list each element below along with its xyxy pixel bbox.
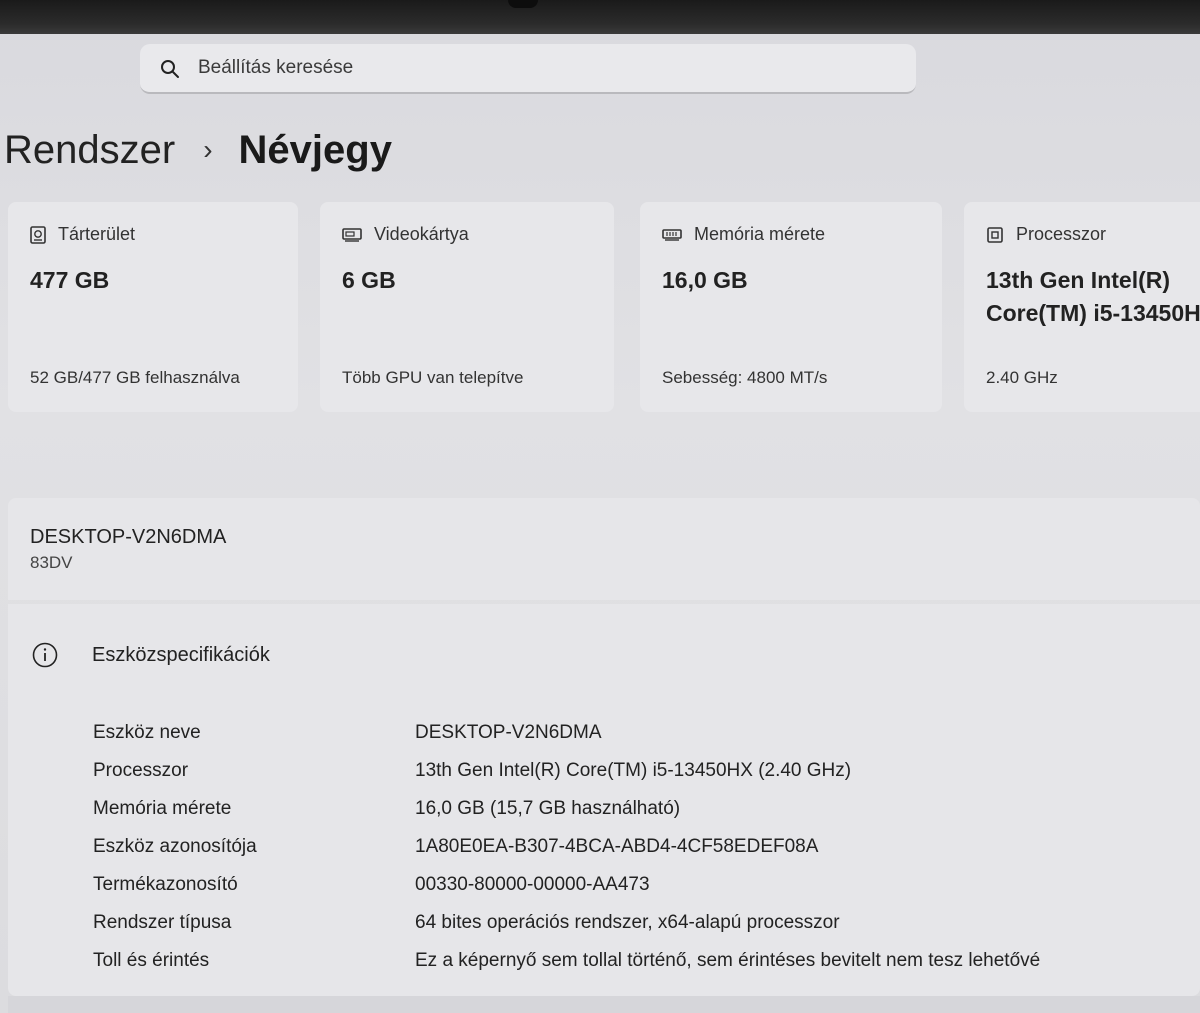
spec-value: 00330-80000-00000-AA473 [415,874,650,895]
device-specifications-header[interactable]: Eszközspecifikációk [32,642,270,668]
spec-key: Memória mérete [93,798,232,819]
chevron-right-icon: › [203,134,213,165]
spec-key: Termékazonosító [93,874,238,895]
device-specifications-title: Eszközspecifikációk [92,643,270,666]
storage-card-title: Tárterület [58,224,136,244]
spec-key: Toll és érintés [93,950,210,971]
spec-value: 1A80E0EA-B307-4BCA-ABD4-4CF58EDEF08A [415,836,819,857]
spec-row-pen-touch: Toll és érintés Ez a képernyő sem tollal… [93,950,1193,988]
storage-card[interactable]: Tárterület 477 GB 52 GB/477 GB felhaszná… [8,202,298,412]
device-specifications-panel: Eszközspecifikációk Eszköz neve DESKTOP-… [8,604,1200,996]
storage-card-subtitle: 52 GB/477 GB felhasználva [30,368,240,387]
memory-card-header: Memória mérete [662,224,825,245]
memory-icon [662,228,682,241]
device-model: 83DV [30,553,73,572]
next-section-edge [8,996,1200,1013]
breadcrumb: Rendszer › Névjegy [4,120,392,180]
memory-card[interactable]: Memória mérete 16,0 GB Sebesség: 4800 MT… [640,202,942,412]
gpu-card-value: 6 GB [342,267,396,293]
search-icon [161,60,179,78]
webcam-notch [508,0,538,8]
gpu-icon [342,227,362,242]
spec-table: Eszköz neve DESKTOP-V2N6DMA Processzor 1… [93,722,1193,988]
gpu-card-subtitle: Több GPU van telepítve [342,368,524,387]
processor-icon [987,226,1003,243]
gpu-card[interactable]: Videokártya 6 GB Több GPU van telepítve [320,202,614,412]
processor-card-value: 13th Gen Intel(R) Core(TM) i5-13450HX [986,264,1200,334]
spec-row-processor: Processzor 13th Gen Intel(R) Core(TM) i5… [93,760,1193,798]
search-input[interactable] [198,44,888,92]
spec-value: Ez a képernyő sem tollal történő, sem ér… [415,950,1041,971]
device-name: DESKTOP-V2N6DMA [30,526,227,548]
spec-key: Processzor [93,760,189,781]
spec-key: Rendszer típusa [93,912,232,933]
processor-card[interactable]: Processzor 13th Gen Intel(R) Core(TM) i5… [964,202,1200,412]
settings-search-box[interactable] [140,44,916,94]
spec-value: 64 bites operációs rendszer, x64-alapú p… [415,912,840,933]
memory-card-value: 16,0 GB [662,267,748,293]
spec-value: 16,0 GB (15,7 GB használható) [415,798,681,819]
device-name-panel[interactable]: DESKTOP-V2N6DMA 83DV [8,498,1200,600]
spec-row-device-name: Eszköz neve DESKTOP-V2N6DMA [93,722,1193,760]
info-icon [32,642,58,668]
spec-value: DESKTOP-V2N6DMA [415,722,602,743]
storage-card-header: Tárterület [30,224,135,245]
spec-row-device-id: Eszköz azonosítója 1A80E0EA-B307-4BCA-AB… [93,836,1193,874]
memory-card-subtitle: Sebesség: 4800 MT/s [662,368,828,387]
spec-row-system-type: Rendszer típusa 64 bites operációs rends… [93,912,1193,950]
spec-key: Eszköz neve [93,722,201,743]
spec-value: 13th Gen Intel(R) Core(TM) i5-13450HX (2… [415,760,852,781]
spec-row-product-id: Termékazonosító 00330-80000-00000-AA473 [93,874,1193,912]
gpu-card-title: Videokártya [374,224,469,244]
processor-card-title: Processzor [1016,224,1107,244]
page-title: Névjegy [238,127,392,172]
memory-card-title: Memória mérete [694,224,826,244]
processor-card-value-text: 13th Gen Intel(R) Core(TM) i5-13450HX [986,267,1200,326]
processor-card-header: Processzor [986,224,1106,245]
monitor-bezel [0,0,1200,34]
gpu-card-header: Videokártya [342,224,469,245]
spec-key: Eszköz azonosítója [93,836,257,857]
processor-card-subtitle: 2.40 GHz [986,368,1058,387]
storage-icon [30,225,46,244]
spec-row-memory: Memória mérete 16,0 GB (15,7 GB használh… [93,798,1193,836]
storage-card-value: 477 GB [30,267,110,293]
breadcrumb-system-link[interactable]: Rendszer [4,128,175,173]
